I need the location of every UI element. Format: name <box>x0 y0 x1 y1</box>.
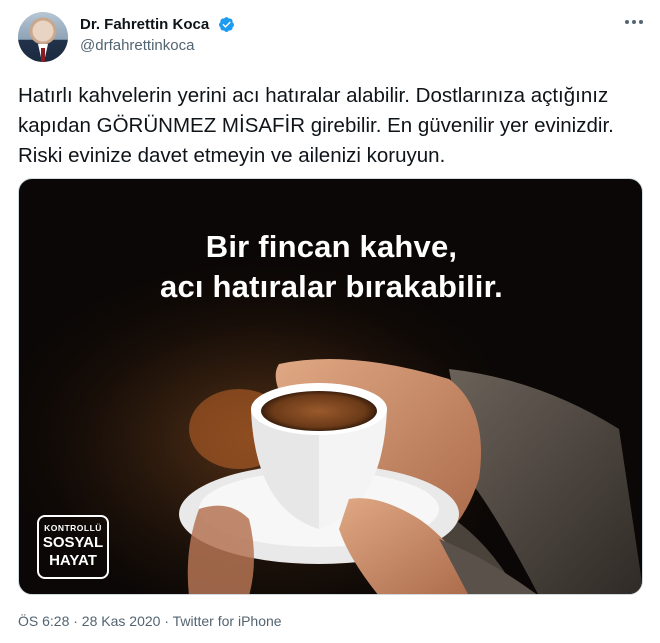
more-dot <box>639 20 643 24</box>
tweet-timestamp[interactable]: ÖS 6:28 · 28 Kas 2020 · Twitter for iPho… <box>18 613 282 629</box>
image-headline-line1: Bir fincan kahve, <box>205 229 458 264</box>
avatar[interactable] <box>18 12 68 62</box>
image-headline: Bir fincan kahve, acı hatıralar bırakabi… <box>19 227 642 307</box>
kontrollu-sosyal-hayat-logo: KONTROLLÜ SOSYAL HAYAT <box>37 515 109 579</box>
verified-badge-icon <box>219 17 234 32</box>
more-options-icon[interactable] <box>622 12 646 32</box>
badge-line3: HAYAT <box>49 552 97 569</box>
more-dot <box>632 20 636 24</box>
tweet-card: Dr. Fahrettin Koca @drfahrettinkoca Hatı… <box>0 0 660 643</box>
badge-line2: SOSYAL <box>42 534 104 551</box>
tweet-media-image[interactable]: Bir fincan kahve, acı hatıralar bırakabi… <box>18 178 643 595</box>
image-headline-line2: acı hatıralar bırakabilir. <box>160 269 503 304</box>
user-handle[interactable]: @drfahrettinkoca <box>80 37 194 54</box>
badge-line1: KONTROLLÜ <box>44 523 102 533</box>
display-name[interactable]: Dr. Fahrettin Koca <box>80 16 209 33</box>
avatar-tie <box>41 48 45 62</box>
tweet-text: Hatırlı kahvelerin yerini acı hatıralar … <box>18 84 614 167</box>
more-dot <box>625 20 629 24</box>
